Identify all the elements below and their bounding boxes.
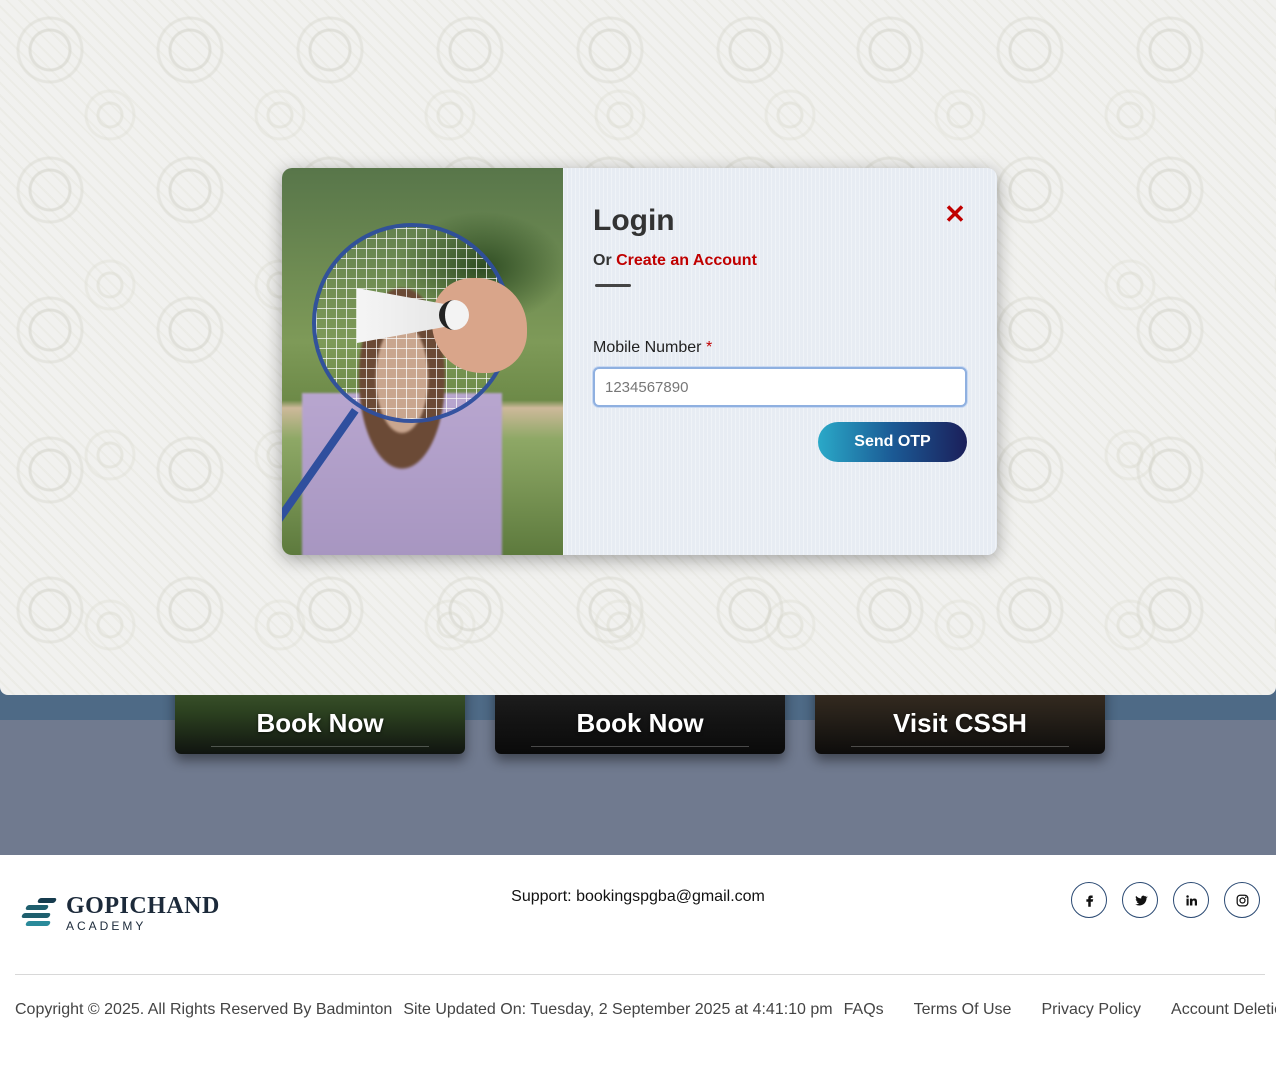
- login-form: Login ✕ Or Create an Account Mobile Numb…: [563, 168, 997, 555]
- or-text: Or: [593, 252, 612, 269]
- required-marker: *: [705, 339, 713, 356]
- account-deletion-link[interactable]: Account Deletion: [1171, 1001, 1276, 1019]
- title-underline: [595, 284, 631, 287]
- card-divider: [211, 746, 429, 747]
- linkedin-icon[interactable]: [1173, 882, 1209, 918]
- footer: GOPICHAND ACADEMY Support: bookingspgba@…: [0, 855, 1276, 1078]
- card-label: Visit CSSH: [893, 708, 1027, 738]
- faqs-link[interactable]: FAQs: [844, 1001, 884, 1019]
- photo-shuttlecock: [357, 288, 477, 343]
- badminton-player-image: [282, 168, 563, 555]
- footer-divider: [15, 974, 1265, 975]
- mobile-label-text: Mobile Number: [593, 339, 702, 356]
- mobile-number-label: Mobile Number *: [593, 339, 967, 357]
- card-label: Book Now: [576, 708, 704, 738]
- facebook-icon[interactable]: [1071, 882, 1107, 918]
- send-otp-button[interactable]: Send OTP: [818, 422, 967, 462]
- card-label: Book Now: [256, 708, 384, 738]
- create-account-row: Or Create an Account: [593, 252, 967, 270]
- create-account-link[interactable]: Create an Account: [616, 252, 757, 269]
- login-modal: Login ✕ Or Create an Account Mobile Numb…: [282, 168, 997, 555]
- mobile-number-input[interactable]: [593, 367, 967, 407]
- twitter-icon[interactable]: [1122, 882, 1158, 918]
- social-links: [1071, 882, 1260, 918]
- card-divider: [851, 746, 1069, 747]
- card-divider: [531, 746, 749, 747]
- logo-subtitle: ACADEMY: [66, 919, 147, 933]
- footer-bottom-row: Copyright © 2025. All Rights Reserved By…: [15, 1001, 1276, 1019]
- page: Book Now Book Now Visit CSSH Login ✕ Or …: [0, 0, 1276, 1078]
- copyright-text: Copyright © 2025. All Rights Reserved By…: [15, 1001, 393, 1018]
- site-updated-text: Site Updated On: Tuesday, 2 September 20…: [403, 1001, 833, 1018]
- login-title: Login: [593, 204, 675, 237]
- close-icon[interactable]: ✕: [943, 201, 967, 227]
- instagram-icon[interactable]: [1224, 882, 1260, 918]
- terms-of-use-link[interactable]: Terms Of Use: [914, 1001, 1012, 1019]
- shuttle-cork: [439, 300, 469, 330]
- shuttle-feathers: [357, 288, 447, 343]
- privacy-policy-link[interactable]: Privacy Policy: [1041, 1001, 1141, 1019]
